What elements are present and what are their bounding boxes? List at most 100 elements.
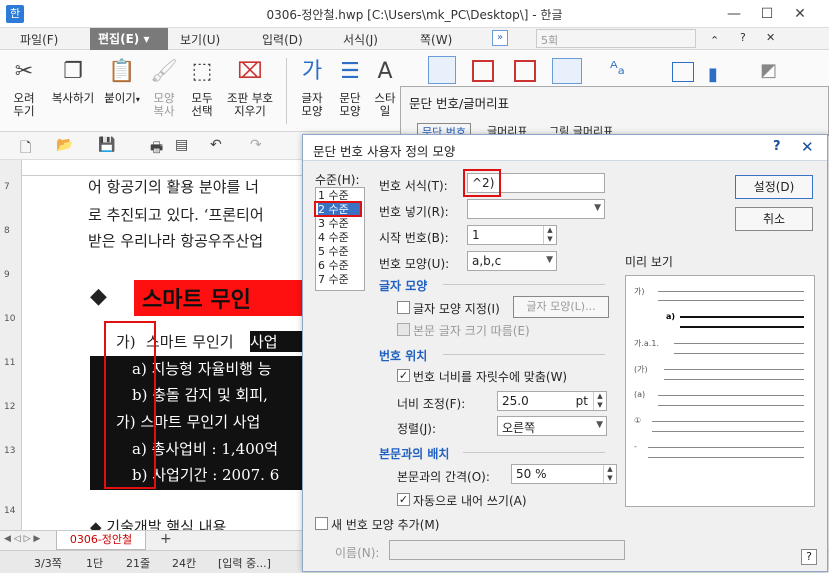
style-combo-value: 5회: [541, 34, 559, 47]
width-spinner[interactable]: 25.0 pt ▲ ▼: [497, 391, 607, 411]
delete-code-icon: ⌧: [237, 59, 263, 84]
style-combo[interactable]: 5회: [536, 29, 696, 48]
tab-document[interactable]: 0306-정안철: [56, 531, 146, 550]
undo-icon[interactable]: ↶: [210, 137, 222, 153]
menu-input[interactable]: 입력(D): [262, 31, 303, 48]
vertical-ruler[interactable]: 7 8 9 10 11 12 13 14: [0, 160, 22, 530]
add-new-checkbox[interactable]: [315, 517, 328, 530]
follow-size-checkbox[interactable]: [397, 323, 410, 336]
preview-line: [664, 369, 804, 370]
level-item[interactable]: 7 수준: [318, 273, 362, 286]
tab-nav-icon[interactable]: ◀ ◁ ▷ ▶: [4, 534, 40, 544]
select-all-label: 모두 선택: [191, 91, 213, 118]
menu-page[interactable]: 쪽(W): [420, 31, 452, 48]
ok-button[interactable]: 설정(D): [735, 175, 813, 199]
chevron-down-icon: ▼: [596, 420, 603, 430]
table-red-icon[interactable]: [472, 60, 494, 82]
clipboard-icon: 📋: [108, 59, 136, 84]
expand-menu-icon[interactable]: »: [492, 30, 508, 46]
menu-file[interactable]: 파일(F): [20, 31, 58, 48]
name-input[interactable]: [389, 540, 625, 560]
number-shape-select[interactable]: a,b,c ▼: [467, 251, 557, 271]
minimize-button[interactable]: —: [723, 4, 745, 24]
section-divider: [443, 354, 605, 355]
spinner-arrows-icon[interactable]: ▲ ▼: [603, 465, 616, 483]
preview-line: [680, 326, 804, 328]
body-section-title: 본문과의 배치: [379, 447, 450, 461]
chevron-down-icon: ▾: [143, 32, 150, 46]
auto-indent-checkbox[interactable]: ✓: [397, 493, 410, 506]
char-shape-button[interactable]: 글자 모양(L)...: [513, 296, 609, 318]
preview-line: [652, 421, 804, 422]
align-select[interactable]: 오른쪽 ▼: [497, 416, 607, 436]
preview-icon[interactable]: ▤: [175, 137, 188, 153]
number-shape-label: 번호 모양(U):: [379, 257, 450, 271]
name-label: 이름(N):: [335, 546, 380, 560]
add-tab-button[interactable]: +: [160, 531, 172, 547]
menu-format[interactable]: 서식(J): [343, 31, 378, 48]
help-corner-icon[interactable]: ?: [801, 549, 817, 565]
grid-red-icon[interactable]: [514, 60, 536, 82]
add-new-label: 새 번호 모양 추가(M): [331, 518, 440, 532]
strip-code-button[interactable]: ⌧ 조판 부호 지우기: [222, 56, 278, 128]
fit-width-checkbox[interactable]: ✓: [397, 369, 410, 382]
section-divider: [463, 452, 605, 453]
horizontal-ruler[interactable]: [22, 160, 302, 176]
print-icon[interactable]: 🖶: [150, 137, 163, 161]
list-icon[interactable]: [552, 58, 582, 84]
menu-view[interactable]: 보기(U): [180, 31, 220, 48]
close-doc-icon[interactable]: ✕: [766, 31, 775, 44]
collapse-ribbon-icon[interactable]: ⌃: [710, 34, 719, 47]
table-icon[interactable]: [672, 62, 694, 82]
char-shape-button[interactable]: 가 글자 모양: [294, 56, 330, 128]
open-folder-icon[interactable]: 📂: [56, 137, 73, 153]
number-insert-select[interactable]: ▼: [467, 199, 605, 219]
dialog-close-button[interactable]: ✕: [801, 138, 814, 156]
dialog-help-button[interactable]: ?: [773, 139, 781, 154]
close-window-button[interactable]: ✕: [789, 4, 811, 24]
menu-edit-label: 편집(E): [98, 32, 140, 46]
preview-line: [658, 405, 804, 406]
chart-icon[interactable]: ▮: [708, 64, 718, 85]
gap-value: 50 %: [516, 467, 547, 481]
spinner-arrows-icon[interactable]: ▲ ▼: [543, 226, 556, 244]
spinner-arrows-icon[interactable]: ▲ ▼: [593, 392, 606, 410]
redo-icon[interactable]: ↷: [250, 137, 262, 153]
cut-button[interactable]: ✂ 오려 두기: [4, 56, 44, 128]
style-label: 스타일: [374, 91, 396, 118]
document-page[interactable]: 어 항공기의 활용 분야를 너 로 추진되고 있다. ‘프론티어 받은 우리나라…: [22, 176, 302, 530]
status-line: 21줄: [126, 557, 151, 570]
start-number-spinner[interactable]: 1 ▲ ▼: [467, 225, 557, 245]
menu-edit[interactable]: 편집(E) ▾: [90, 28, 168, 50]
preview-mark: 가): [634, 287, 645, 296]
gap-spinner[interactable]: 50 % ▲ ▼: [511, 464, 617, 484]
replace-icon[interactable]: ᴬₐ: [610, 58, 625, 79]
format-copy-button[interactable]: 🖌 모양 복사: [146, 56, 182, 128]
select-all-button[interactable]: ⬚ 모두 선택: [184, 56, 220, 128]
style-button[interactable]: A 스타일: [370, 56, 400, 128]
tab-document-label: 0306-정안철: [69, 533, 133, 546]
new-document-icon[interactable]: 🗋: [20, 137, 31, 161]
number-insert-label: 번호 넣기(R):: [379, 205, 449, 219]
level-item[interactable]: 6 수준: [318, 259, 362, 272]
status-mode: [입력 중...]: [218, 557, 271, 570]
preview-line: [658, 395, 804, 396]
char-section-title: 글자 모양: [379, 279, 428, 293]
menu-bar: 파일(F) 편집(E) ▾ 보기(U) 입력(D) 서식(J) 쪽(W) » 5…: [0, 28, 829, 50]
level-item[interactable]: 3 수준: [318, 217, 362, 230]
shape-icon[interactable]: ◩: [760, 60, 777, 81]
paragraph-number-icon[interactable]: [428, 56, 456, 84]
status-page: 3/3쪽: [34, 557, 62, 570]
dialog-title: 문단 번호 사용자 정의 모양: [313, 144, 456, 159]
paste-button[interactable]: 📋 붙이기▾: [102, 56, 142, 128]
restore-button[interactable]: ☐: [756, 4, 778, 24]
level-item[interactable]: 4 수준: [318, 231, 362, 244]
copy-button[interactable]: ❐ 복사하기: [46, 56, 100, 128]
save-icon[interactable]: 💾: [98, 137, 115, 153]
preview-mark: 가.a.1.: [634, 339, 659, 348]
level-item[interactable]: 5 수준: [318, 245, 362, 258]
cancel-button[interactable]: 취소: [735, 207, 813, 231]
para-shape-button[interactable]: ☰ 문단 모양: [332, 56, 368, 128]
char-shape-checkbox[interactable]: [397, 301, 410, 314]
help-icon[interactable]: ?: [740, 31, 746, 44]
